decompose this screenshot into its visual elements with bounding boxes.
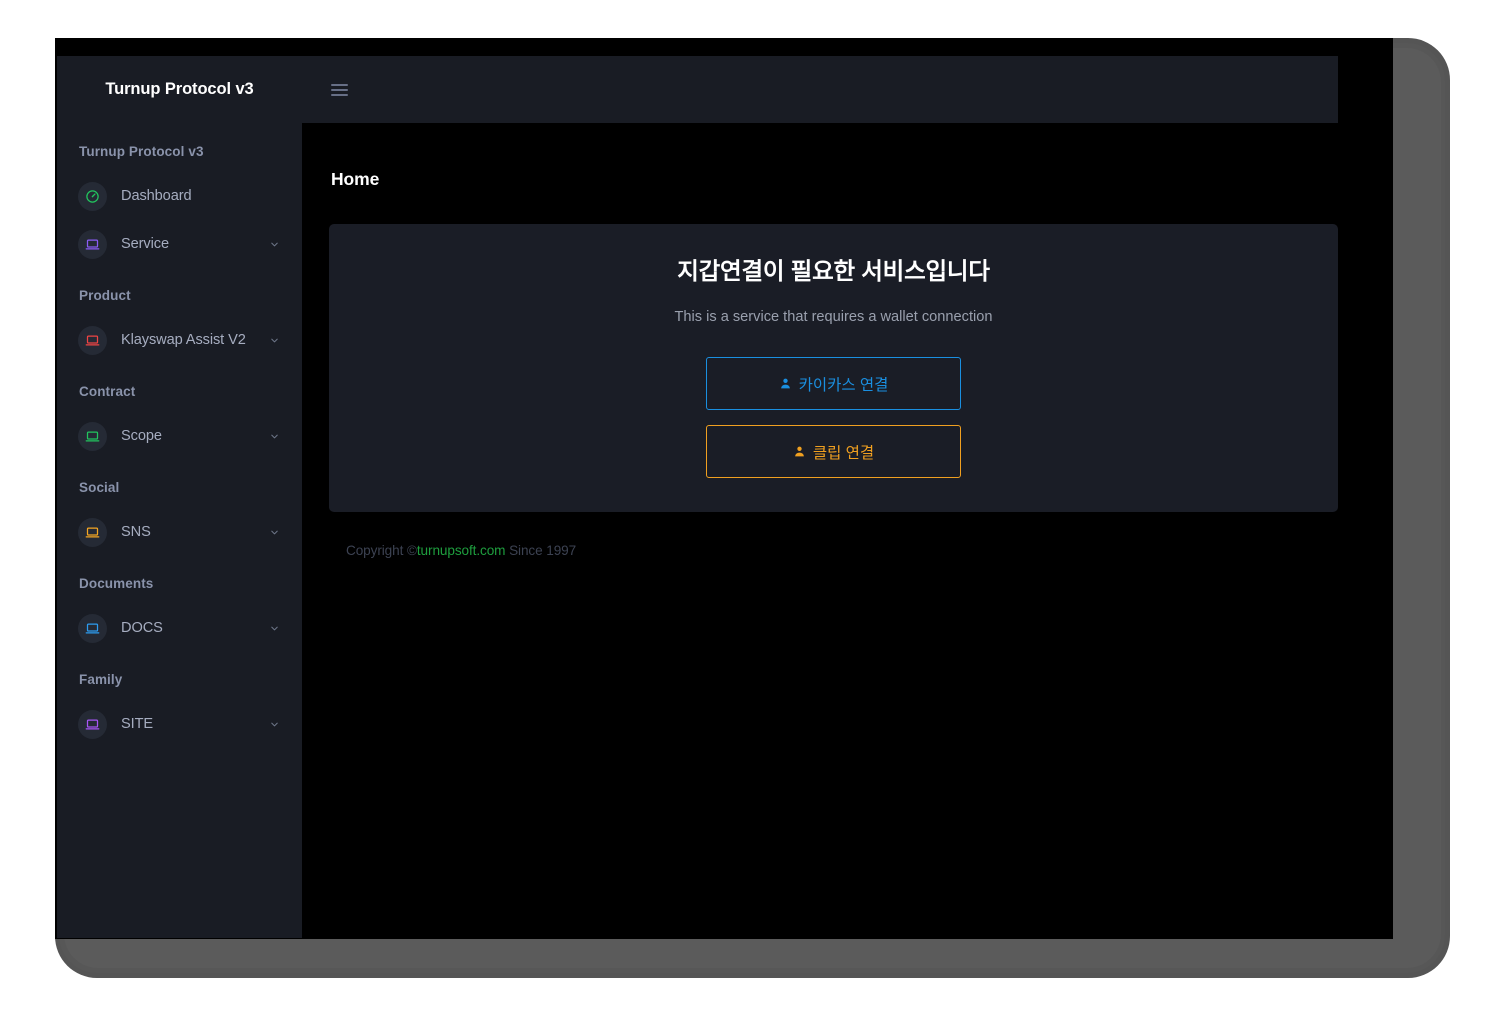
hamburger-bar bbox=[331, 93, 348, 96]
hamburger-bar bbox=[331, 83, 348, 86]
hamburger-bar bbox=[331, 88, 348, 91]
sidebar-item-label: Dashboard bbox=[121, 188, 192, 204]
nav-section-title-documents: Documents bbox=[79, 576, 154, 591]
footer-prefix: Copyright © bbox=[346, 543, 417, 558]
topbar bbox=[302, 56, 1338, 123]
sidebar-nav: Turnup Protocol v3 Dashboard Service Pro… bbox=[57, 123, 302, 938]
laptop-icon bbox=[78, 613, 107, 643]
nav-section-title-family: Family bbox=[79, 672, 123, 687]
sidebar: Turnup Protocol v3 Turnup Protocol v3 Da… bbox=[57, 56, 302, 938]
page-title: Home bbox=[331, 169, 380, 189]
chevron-down-icon[interactable] bbox=[269, 431, 280, 442]
sidebar-item-scope[interactable]: Scope bbox=[57, 412, 302, 460]
sidebar-item-dashboard[interactable]: Dashboard bbox=[57, 172, 302, 220]
sidebar-item-label: Klayswap Assist V2 bbox=[121, 332, 246, 348]
user-icon bbox=[794, 446, 804, 457]
sidebar-item-sns[interactable]: SNS bbox=[57, 508, 302, 556]
sidebar-item-label: Scope bbox=[121, 428, 162, 444]
chevron-down-icon[interactable] bbox=[269, 335, 280, 346]
laptop-icon bbox=[78, 517, 107, 547]
sidebar-item-klayswap-assist-v2[interactable]: Klayswap Assist V2 bbox=[57, 316, 302, 364]
laptop-icon bbox=[78, 229, 107, 259]
sidebar-item-site[interactable]: SITE bbox=[57, 700, 302, 748]
main-column: Home 지갑연결이 필요한 서비스입니다 This is a service … bbox=[302, 56, 1338, 938]
connect-klip-button[interactable]: 클립 연결 bbox=[706, 425, 961, 478]
hamburger-icon[interactable] bbox=[331, 81, 353, 99]
content-area: Home 지갑연결이 필요한 서비스입니다 This is a service … bbox=[302, 123, 1338, 938]
sidebar-item-label: SITE bbox=[121, 716, 154, 732]
speedometer-icon bbox=[78, 181, 107, 211]
sidebar-item-docs[interactable]: DOCS bbox=[57, 604, 302, 652]
footer-copyright: Copyright ©turnupsoft.com Since 1997 bbox=[302, 543, 1338, 558]
chevron-down-icon[interactable] bbox=[269, 719, 280, 730]
user-icon bbox=[780, 378, 790, 389]
nav-section-title-turnup: Turnup Protocol v3 bbox=[79, 144, 204, 159]
chevron-down-icon[interactable] bbox=[269, 239, 280, 250]
chevron-down-icon[interactable] bbox=[269, 527, 280, 538]
laptop-icon bbox=[78, 421, 107, 451]
sidebar-item-label: SNS bbox=[121, 524, 151, 540]
wallet-buttons-group: 카이카스 연결 클립 연결 bbox=[349, 357, 1318, 478]
sidebar-item-label: Service bbox=[121, 236, 169, 252]
wallet-card-subtitle: This is a service that requires a wallet… bbox=[674, 309, 993, 325]
chevron-down-icon[interactable] bbox=[269, 623, 280, 634]
footer-suffix: Since 1997 bbox=[505, 543, 577, 558]
connect-kaikas-button[interactable]: 카이카스 연결 bbox=[706, 357, 961, 410]
app-window: Turnup Protocol v3 Turnup Protocol v3 Da… bbox=[57, 56, 1338, 938]
sidebar-item-label: DOCS bbox=[121, 620, 163, 636]
nav-section-title-contract: Contract bbox=[79, 384, 136, 399]
laptop-icon bbox=[78, 709, 107, 739]
sidebar-brand[interactable]: Turnup Protocol v3 bbox=[57, 56, 302, 123]
wallet-card-title: 지갑연결이 필요한 서비스입니다 bbox=[677, 258, 990, 284]
connect-klip-label: 클립 연결 bbox=[812, 444, 875, 462]
sidebar-item-service[interactable]: Service bbox=[57, 220, 302, 268]
brand-title: Turnup Protocol v3 bbox=[105, 80, 254, 98]
laptop-icon bbox=[78, 325, 107, 355]
wallet-connect-card: 지갑연결이 필요한 서비스입니다 This is a service that … bbox=[329, 224, 1338, 512]
nav-section-title-social: Social bbox=[79, 480, 120, 495]
nav-section-title-product: Product bbox=[79, 288, 131, 303]
footer-brand-link[interactable]: turnupsoft.com bbox=[417, 543, 506, 558]
connect-kaikas-label: 카이카스 연결 bbox=[798, 376, 889, 394]
